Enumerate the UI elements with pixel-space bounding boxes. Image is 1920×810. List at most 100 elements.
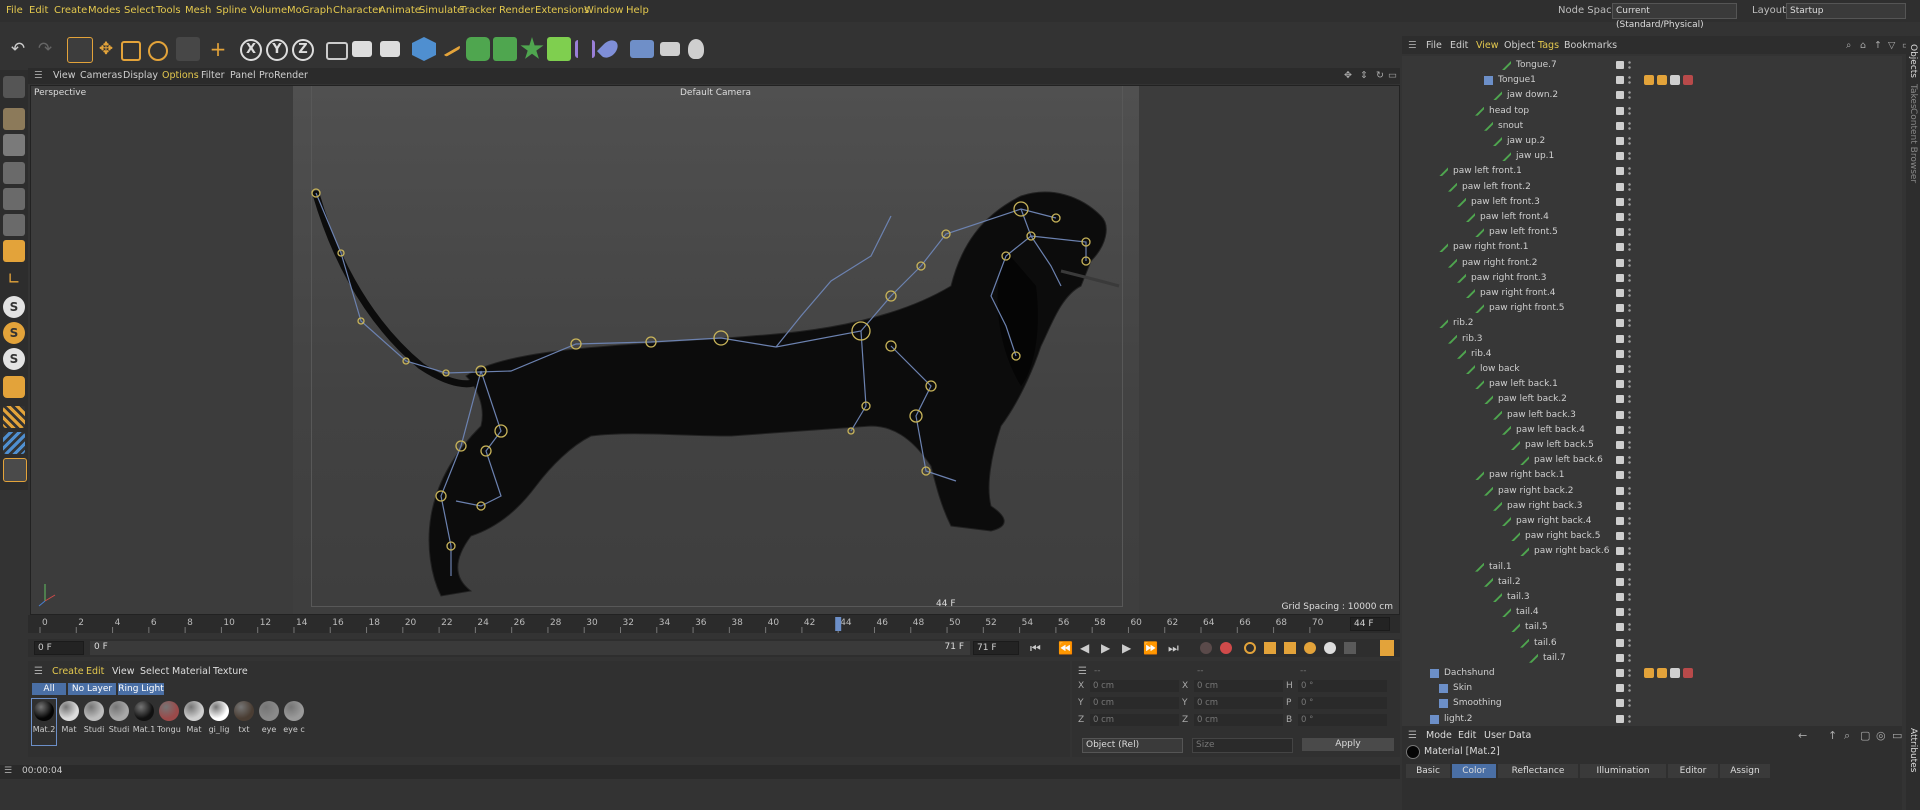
autokey-icon[interactable] (1220, 642, 1232, 654)
layer-checkbox-icon[interactable] (1616, 182, 1624, 191)
object-filter-icon[interactable]: ▽ (1888, 40, 1895, 51)
key-scale-icon[interactable] (1284, 642, 1296, 654)
coord-value-field[interactable]: 0 ° (1298, 697, 1387, 709)
viewport-rotate-icon[interactable]: ↻ (1376, 70, 1384, 81)
object-tree-row[interactable]: paw left front.4 (1402, 210, 1902, 225)
layer-checkbox-icon[interactable] (1616, 380, 1624, 389)
layer-checkbox-icon[interactable] (1616, 273, 1624, 282)
object-tree-row[interactable]: tail.3 (1402, 590, 1902, 605)
field-icon[interactable] (596, 36, 622, 62)
visibility-dots-icon[interactable] (1628, 212, 1631, 223)
object-tree-row[interactable]: paw right back.6 (1402, 544, 1902, 559)
material-item[interactable]: eye c (282, 699, 306, 745)
object-tree-row[interactable]: Tongue1 (1402, 73, 1902, 88)
object-tree-row[interactable]: paw left front.1 (1402, 164, 1902, 179)
visibility-dots-icon[interactable] (1628, 288, 1631, 299)
visibility-dots-icon[interactable] (1628, 516, 1631, 527)
object-home-icon[interactable]: ⌂ (1860, 40, 1866, 51)
object-tree-row[interactable]: tail.2 (1402, 575, 1902, 590)
attribute-tab[interactable]: Illumination (1580, 764, 1666, 778)
visibility-dots-icon[interactable] (1628, 546, 1631, 558)
visibility-dots-icon[interactable] (1628, 713, 1631, 725)
play-icon[interactable]: ▶ (1101, 641, 1110, 655)
layer-checkbox-icon[interactable] (1616, 441, 1624, 449)
object-tree-row[interactable]: paw right front.2 (1402, 256, 1902, 271)
visibility-dots-icon[interactable] (1628, 485, 1631, 497)
selection-tool-icon[interactable] (67, 37, 93, 63)
viewport-menu-view[interactable]: View (53, 70, 76, 81)
visibility-dots-icon[interactable] (1628, 151, 1631, 163)
attr-menu-mode[interactable]: Mode (1426, 730, 1452, 741)
layer-checkbox-icon[interactable] (1616, 547, 1624, 556)
visibility-dots-icon[interactable] (1628, 683, 1631, 695)
visibility-dots-icon[interactable] (1628, 136, 1631, 147)
preview-range-slider[interactable]: 0 F 71 F (90, 641, 970, 655)
visibility-dots-icon[interactable] (1628, 576, 1631, 588)
material-item[interactable]: Mat.1 (132, 699, 156, 745)
move-tool-icon[interactable]: ✥ (94, 37, 118, 61)
layer-checkbox-icon[interactable] (1616, 228, 1624, 237)
axis-y-lock-icon[interactable]: Y (266, 39, 288, 61)
object-tree-row[interactable]: rib.3 (1402, 332, 1902, 347)
object-tree-row[interactable]: paw left back.5 (1402, 438, 1902, 453)
layer-checkbox-icon[interactable] (1616, 653, 1624, 662)
current-frame-field[interactable]: 44 F (1350, 617, 1390, 631)
object-tree-row[interactable]: paw right front.3 (1402, 271, 1902, 286)
uv-mode-icon[interactable] (3, 240, 25, 262)
menu-spline[interactable]: Spline (216, 5, 247, 16)
start-frame-field[interactable]: 0 F (34, 641, 84, 655)
attribute-tab[interactable]: Color (1452, 764, 1496, 778)
object-tree-row[interactable]: jaw down.2 (1402, 88, 1902, 103)
axis-x-lock-icon[interactable]: X (240, 39, 262, 61)
render-region-icon[interactable] (326, 42, 348, 60)
object-tag-icon[interactable] (1683, 668, 1693, 678)
object-menu-edit[interactable]: Edit (1450, 40, 1468, 51)
layer-checkbox-icon[interactable] (1616, 562, 1624, 571)
object-tag-icon[interactable] (1683, 75, 1693, 86)
visibility-dots-icon[interactable] (1628, 90, 1631, 102)
object-tag-icon[interactable] (1644, 75, 1654, 86)
object-tree-row[interactable]: paw right back.3 (1402, 499, 1902, 514)
viewport-menu-options[interactable]: Options (162, 70, 199, 81)
material-item[interactable]: eye (257, 699, 281, 745)
attribute-tab[interactable]: Editor (1668, 764, 1718, 778)
record-icon[interactable] (1200, 642, 1212, 654)
workplane-icon[interactable] (3, 406, 25, 428)
cloner-icon[interactable] (520, 37, 544, 59)
layer-checkbox-icon[interactable] (1616, 76, 1624, 85)
visibility-dots-icon[interactable] (1628, 75, 1631, 87)
visibility-dots-icon[interactable] (1628, 440, 1631, 451)
object-up-icon[interactable]: ↑ (1874, 40, 1882, 51)
object-tree-row[interactable]: Tongue.7 (1402, 58, 1902, 73)
viewport-maximize-icon[interactable]: ▭ (1388, 70, 1397, 81)
timeline-playhead[interactable] (835, 617, 842, 631)
material-menu-create[interactable]: Create (52, 666, 84, 677)
object-tree-row[interactable]: tail.1 (1402, 560, 1902, 575)
layer-checkbox-icon[interactable] (1616, 425, 1624, 434)
visibility-dots-icon[interactable] (1628, 105, 1631, 117)
magnet-icon[interactable] (3, 376, 25, 398)
coord-value-field[interactable]: 0 cm (1194, 680, 1283, 692)
layer-checkbox-icon[interactable] (1616, 684, 1624, 693)
object-tree-row[interactable]: head top (1402, 104, 1902, 119)
layer-checkbox-icon[interactable] (1616, 669, 1624, 677)
material-item[interactable]: Studi (107, 699, 131, 745)
side-tab-takes[interactable]: Takes (1908, 84, 1918, 109)
key-selection-icon[interactable] (1244, 642, 1256, 654)
object-tree-row[interactable]: low back (1402, 362, 1902, 377)
visibility-dots-icon[interactable] (1628, 455, 1631, 467)
visibility-dots-icon[interactable] (1628, 424, 1631, 436)
material-menu-texture[interactable]: Texture (213, 666, 248, 677)
object-tree-row[interactable]: tail.5 (1402, 620, 1902, 635)
visibility-dots-icon[interactable] (1628, 531, 1631, 543)
layer-checkbox-icon[interactable] (1616, 365, 1624, 373)
goto-end-icon[interactable]: ⏭ (1168, 641, 1179, 656)
object-tree-row[interactable]: paw right back.1 (1402, 468, 1902, 483)
visibility-dots-icon[interactable] (1628, 333, 1631, 345)
layer-checkbox-icon[interactable] (1616, 304, 1624, 313)
menu-volume[interactable]: Volume (250, 5, 287, 16)
object-tag-icon[interactable] (1644, 668, 1654, 678)
visibility-dots-icon[interactable] (1628, 242, 1631, 254)
menu-create[interactable]: Create (54, 5, 87, 16)
viewport-move-icon[interactable]: ✥ (1344, 70, 1352, 81)
